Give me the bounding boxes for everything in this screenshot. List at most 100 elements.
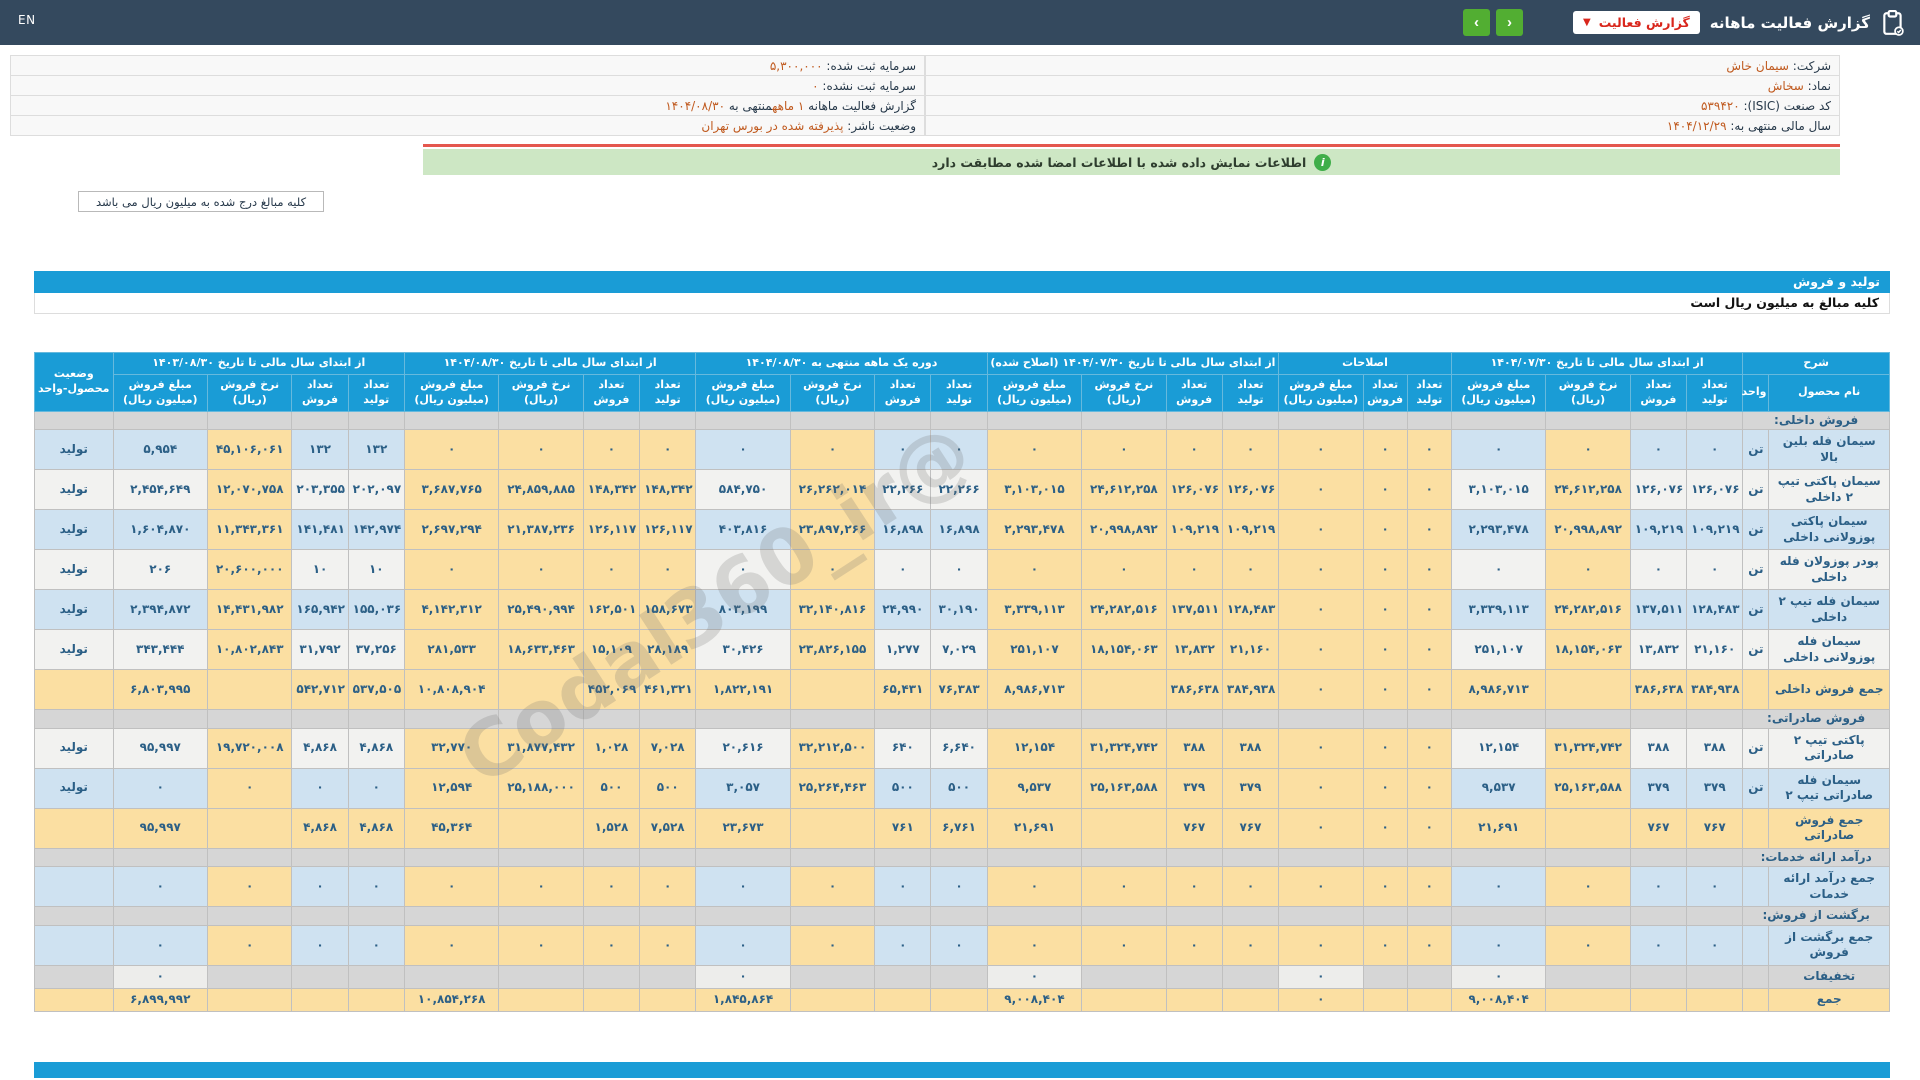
table-cell: ۰ xyxy=(1629,549,1688,591)
table-cell: ۰ xyxy=(403,866,500,908)
table-cell xyxy=(1221,847,1280,868)
table-cell: ۰ xyxy=(1406,429,1452,471)
table-cell: ۰ xyxy=(291,924,349,966)
table-cell: ۱۲۸,۴۸۳ xyxy=(1221,589,1280,631)
table-cell: ۰ xyxy=(1406,866,1452,908)
table-cell: ۱۰۹,۲۱۹ xyxy=(1165,509,1223,551)
language-toggle-en[interactable]: EN xyxy=(18,13,36,27)
status-cell xyxy=(34,669,114,711)
table-row: جمع فروش صادراتی ۷۶۷ ۷۶۷ ۲۱,۶۹۱ ۰ ۰ ۰ ۷۶۷ ۷۶۷ ۲۱,… xyxy=(34,807,1890,849)
table-cell: ۱۸,۱۵۴,۰۶۳ xyxy=(1081,629,1167,671)
table-cell xyxy=(112,410,209,431)
table-cell: ۰ xyxy=(1278,549,1364,591)
header-g07c-sub-1: تعداد فروش xyxy=(1165,373,1223,412)
table-cell: ۱۰ xyxy=(347,549,405,591)
table-cell xyxy=(1081,669,1167,711)
table-cell: ۰ xyxy=(582,924,641,966)
table-cell: ۰ xyxy=(1081,429,1167,471)
table-cell: ۱۰,۸۰۸,۹۰۴ xyxy=(403,669,500,711)
table-cell: ۰ xyxy=(1278,866,1364,908)
table-cell: ۰ xyxy=(1629,866,1688,908)
table-row: سیمان فله بلین بالا تن ۰ ۰ ۰ ۰ ۰ ۰ ۰ ۰ ۰ ۰ ۰ ۰ ۰ ۰ ۰ ۰ ۰ ۰ ۰… xyxy=(34,429,1890,471)
table-cell xyxy=(1450,847,1547,868)
table-cell: ۲۰,۶۰۰,۰۰۰ xyxy=(206,549,293,591)
table-cell: ۲۳,۶۷۳ xyxy=(695,807,791,849)
table-cell xyxy=(1545,987,1631,1012)
table-cell: ۰ xyxy=(986,866,1083,908)
table-cell xyxy=(112,847,209,868)
table-cell: ۱۱,۳۴۳,۳۶۱ xyxy=(206,509,293,551)
table-cell xyxy=(1278,847,1364,868)
product-name-cell: سیمان فله تیپ ۲ داخلی xyxy=(1768,589,1890,631)
table-cell: ۳۷,۲۵۶ xyxy=(347,629,405,671)
info-row-left-1: سرمایه ثبت نشده: ۰ xyxy=(10,75,925,96)
table-cell: ۷۶۷ xyxy=(1686,807,1744,849)
table-cell: ۲,۳۹۴,۸۷۲ xyxy=(112,589,209,631)
unit-cell: تن xyxy=(1742,767,1770,809)
table-cell: ۲,۲۹۳,۴۷۸ xyxy=(986,509,1083,551)
header-product-name: نام محصول xyxy=(1768,373,1890,412)
section-label-cell: فروش داخلی: xyxy=(1742,410,1890,431)
table-cell: ۳۲,۷۷۰ xyxy=(403,727,500,769)
table-cell xyxy=(1406,847,1452,868)
table-cell: ۹۵,۹۹۷ xyxy=(112,807,209,849)
table-cell xyxy=(1545,906,1631,926)
header-g07c-sub-3: مبلغ فروش (میلیون ریال) xyxy=(986,373,1083,412)
table-cell: ۰ xyxy=(986,549,1083,591)
table-cell xyxy=(403,847,500,868)
product-name-cell: سیمان پاکتی پوزولانی داخلی xyxy=(1768,509,1890,551)
header-group-g03: از ابتدای سال مالی تا تاریخ ۱۴۰۳/۰۸/۳۰ xyxy=(112,352,405,375)
table-cell: ۷,۰۲۹ xyxy=(930,629,988,671)
table-cell xyxy=(291,964,349,989)
info-row-left-2: گزارش فعالیت ماهانه ۱ ماههمنتهی به ۱۴۰۴/… xyxy=(10,95,925,116)
header-g08-sub-1: تعداد فروش xyxy=(582,373,641,412)
table-cell xyxy=(639,964,697,989)
table-cell: ۴۵۲,۰۶۹ xyxy=(582,669,641,711)
table-cell: ۱۲۶,۱۱۷ xyxy=(582,509,641,551)
table-cell: ۰ xyxy=(695,964,791,989)
report-type-dropdown[interactable]: گزارش فعالیت ▼ xyxy=(1572,11,1700,34)
table-cell: ۰ xyxy=(206,767,293,809)
table-cell: ۰ xyxy=(1278,727,1364,769)
table-cell xyxy=(1450,906,1547,926)
chevron-down-icon: ▼ xyxy=(1582,17,1591,28)
table-cell xyxy=(789,987,876,1012)
table-cell: ۰ xyxy=(1362,429,1408,471)
header-g07c-sub-0: تعداد تولید xyxy=(1221,373,1280,412)
table-cell: ۶,۸۹۹,۹۹۲ xyxy=(112,987,209,1012)
status-cell xyxy=(34,906,114,926)
table-cell: ۰ xyxy=(498,924,584,966)
table-cell: ۲۵,۱۸۸,۰۰۰ xyxy=(498,767,584,809)
table-cell: ۰ xyxy=(986,924,1083,966)
table-cell: ۲۱,۳۸۷,۲۳۶ xyxy=(498,509,584,551)
table-cell xyxy=(403,906,500,926)
table-cell: ۷۶۷ xyxy=(1165,807,1223,849)
table-cell xyxy=(498,669,584,711)
table-cell: ۰ xyxy=(1406,629,1452,671)
header-g08-sub-2: نرخ فروش (ریال) xyxy=(498,373,584,412)
table-cell xyxy=(1545,847,1631,868)
table-cell: ۰ xyxy=(1278,429,1364,471)
table-cell: ۳,۳۳۹,۱۱۳ xyxy=(986,589,1083,631)
table-cell: ۰ xyxy=(695,549,791,591)
table-cell: ۶,۶۴۰ xyxy=(930,727,988,769)
header-g07-sub-2: نرخ فروش (ریال) xyxy=(1545,373,1631,412)
prev-report-button[interactable]: ‹ xyxy=(1495,9,1523,36)
table-cell xyxy=(639,709,697,729)
table-cell xyxy=(206,669,293,711)
table-cell: ۲۱,۶۹۱ xyxy=(1450,807,1547,849)
product-name-cell: جمع برگشت از فروش xyxy=(1768,924,1890,966)
table-cell xyxy=(986,709,1083,729)
table-cell: ۴۵,۳۶۴ xyxy=(403,807,500,849)
header-g08-sub-3: مبلغ فروش (میلیون ریال) xyxy=(403,373,500,412)
table-cell xyxy=(789,906,876,926)
table-cell xyxy=(1406,906,1452,926)
unit-cell: تن xyxy=(1742,727,1770,769)
table-cell: ۲۳,۸۲۶,۱۵۵ xyxy=(789,629,876,671)
table-cell: ۲۵۱,۱۰۷ xyxy=(986,629,1083,671)
table-cell xyxy=(1629,847,1688,868)
table-cell: ۰ xyxy=(874,924,932,966)
product-name-cell: پاکتی تیپ ۲ صادراتی xyxy=(1768,727,1890,769)
next-report-button[interactable]: › xyxy=(1462,9,1490,36)
table-row: جمع فروش داخلی ۳۸۴,۹۳۸ ۳۸۶,۶۳۸ ۸,۹۸۶,۷۱۳ ۰ ۰ ۰… xyxy=(34,669,1890,711)
